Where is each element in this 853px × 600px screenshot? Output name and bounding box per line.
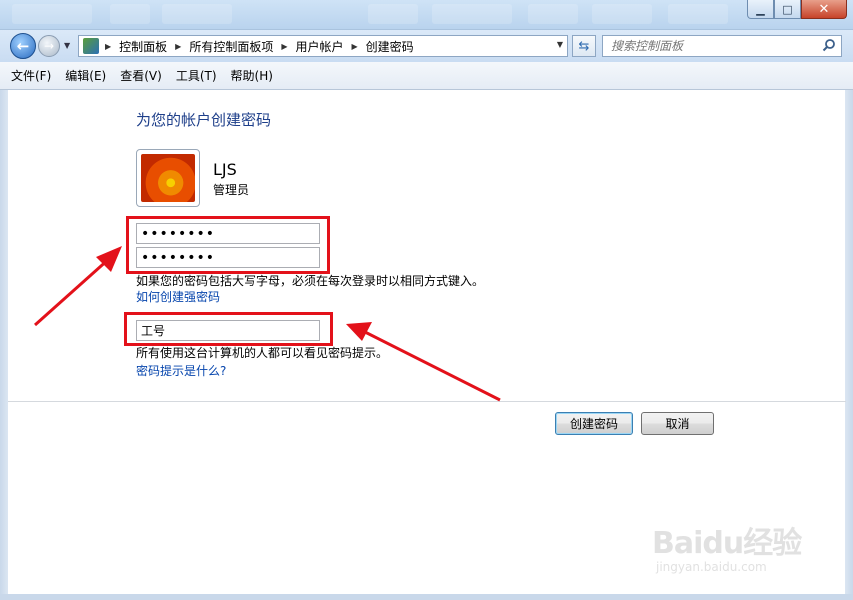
maximize-button[interactable]: □ (774, 0, 801, 19)
breadcrumb-create-password[interactable]: 创建密码 (366, 38, 414, 55)
close-icon: ✕ (818, 1, 830, 17)
maximize-icon: □ (782, 2, 793, 16)
recent-pages-dropdown[interactable]: ▼ (64, 41, 70, 50)
breadcrumb-user-accounts[interactable]: 用户帐户 (296, 38, 344, 55)
menu-tools[interactable]: 工具(T) (176, 67, 217, 84)
forward-button[interactable]: → (38, 35, 60, 57)
window-right-border (845, 90, 853, 595)
flower-avatar-icon (141, 154, 195, 202)
window-bottom-border (0, 594, 853, 600)
back-button[interactable]: ← (10, 33, 36, 59)
arrow-right-icon: → (43, 39, 55, 53)
create-password-button[interactable]: 创建密码 (555, 412, 633, 435)
background-tabs (0, 4, 740, 26)
strong-password-link[interactable]: 如何创建强密码 (136, 288, 220, 305)
page-title: 为您的帐户创建密码 (136, 111, 272, 129)
address-bar[interactable]: ▶ 控制面板 ▶ 所有控制面板项 ▶ 用户帐户 ▶ 创建密码 ▼ (78, 35, 568, 57)
menu-help[interactable]: 帮助(H) (231, 67, 273, 84)
watermark-brand: Baidu经验 (652, 526, 802, 561)
avatar (136, 149, 200, 207)
window-left-border (0, 90, 8, 600)
case-sensitivity-note: 如果您的密码包括大写字母，必须在每次登录时以相同方式键入。 (136, 274, 485, 288)
annotation-box-hint (124, 312, 333, 346)
chevron-right-icon[interactable]: ▶ (352, 42, 358, 51)
watermark-url: jingyan.baidu.com (656, 560, 767, 574)
refresh-button[interactable]: ⇆ (572, 35, 596, 57)
menu-edit[interactable]: 编辑(E) (65, 67, 106, 84)
hint-visibility-note: 所有使用这台计算机的人都可以看见密码提示。 (136, 346, 389, 360)
password-hint-help-link[interactable]: 密码提示是什么? (136, 362, 226, 379)
search-box[interactable] (602, 35, 842, 57)
chevron-down-icon[interactable]: ▼ (557, 40, 563, 49)
minimize-button[interactable]: ▁ (747, 0, 774, 19)
chevron-right-icon[interactable]: ▶ (175, 42, 181, 51)
menu-file[interactable]: 文件(F) (11, 67, 51, 84)
search-icon[interactable] (822, 38, 836, 52)
chevron-right-icon[interactable]: ▶ (105, 42, 111, 51)
minimize-icon: ▁ (756, 2, 765, 16)
user-name: LJS (213, 160, 237, 179)
close-button[interactable]: ✕ (801, 0, 847, 19)
refresh-icon: ⇆ (578, 38, 590, 54)
annotation-box-passwords (126, 216, 330, 274)
divider (8, 401, 846, 402)
breadcrumb-all-items[interactable]: 所有控制面板项 (189, 38, 273, 55)
control-panel-icon (83, 38, 99, 54)
breadcrumb-control-panel[interactable]: 控制面板 (119, 38, 167, 55)
title-bar: ▁ □ ✕ (0, 0, 853, 30)
menu-bar: 文件(F) 编辑(E) 查看(V) 工具(T) 帮助(H) (0, 62, 853, 90)
navigation-bar: ← → ▼ ▶ 控制面板 ▶ 所有控制面板项 ▶ 用户帐户 ▶ 创建密码 ▼ ⇆ (0, 30, 853, 62)
arrow-left-icon: ← (16, 37, 30, 55)
user-role: 管理员 (213, 183, 250, 197)
chevron-right-icon[interactable]: ▶ (281, 42, 287, 51)
baidu-watermark: Baidu经验 jingyan.baidu.com (652, 508, 812, 588)
window-controls: ▁ □ ✕ (747, 0, 847, 19)
search-input[interactable] (603, 36, 813, 56)
cancel-button[interactable]: 取消 (641, 412, 714, 435)
menu-view[interactable]: 查看(V) (120, 67, 162, 84)
